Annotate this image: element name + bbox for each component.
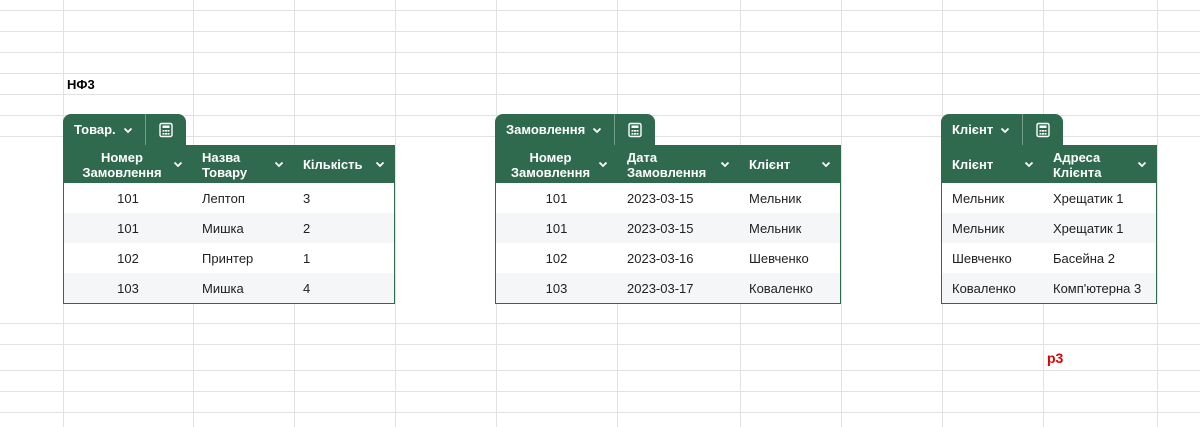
table-tab: Клієнт	[941, 114, 1064, 145]
table-cell[interactable]: Комп'ютерна 3	[1043, 273, 1156, 303]
column-header-label: Клієнт	[952, 157, 994, 172]
table-cell[interactable]: 101	[64, 213, 192, 243]
table-row: Мельник Хрещатик 1	[942, 183, 1156, 213]
table-tab: Товар.	[63, 114, 186, 145]
column-header[interactable]: Адреса Клієнта	[1043, 146, 1156, 183]
table-cell[interactable]: Мельник	[739, 213, 840, 243]
table-cell[interactable]: Басейна 2	[1043, 243, 1156, 273]
header-row: Номер Замовлення Назва Товару Кількість	[64, 146, 394, 183]
table-row: 103 2023-03-17 Коваленко	[496, 273, 840, 303]
column-header[interactable]: Клієнт	[942, 146, 1043, 183]
table-row: 103 Мишка 4	[64, 273, 394, 303]
table-row: 101 2023-03-15 Мельник	[496, 213, 840, 243]
chevron-down-icon[interactable]	[820, 158, 832, 170]
chevron-down-icon[interactable]	[1023, 158, 1035, 170]
column-header-label: Клієнт	[749, 157, 791, 172]
table-cell[interactable]: 103	[496, 273, 617, 303]
table-cell[interactable]: Мельник	[739, 183, 840, 213]
table-row: Шевченко Басейна 2	[942, 243, 1156, 273]
table-cell[interactable]: 102	[496, 243, 617, 273]
table-cell[interactable]: 3	[293, 183, 394, 213]
table-body: Клієнт Адреса Клієнта Мельник Хрещатик 1…	[941, 145, 1157, 304]
table-cell[interactable]: 101	[496, 183, 617, 213]
table-cell[interactable]: Мельник	[942, 183, 1043, 213]
table-cell[interactable]: 4	[293, 273, 394, 303]
table-cell[interactable]: Принтер	[192, 243, 293, 273]
header-row: Номер Замовлення Дата Замовлення Клієнт	[496, 146, 840, 183]
table-stats-button[interactable]	[1023, 114, 1063, 145]
chevron-down-icon[interactable]	[597, 158, 609, 170]
table-cell[interactable]: Хрещатик 1	[1043, 213, 1156, 243]
table-cell[interactable]: Шевченко	[739, 243, 840, 273]
column-header[interactable]: Дата Замовлення	[617, 146, 739, 183]
calculator-icon	[628, 122, 642, 137]
table-tab: Замовлення	[495, 114, 656, 145]
table-stats-button[interactable]	[615, 114, 655, 145]
table-cell[interactable]: 1	[293, 243, 394, 273]
table-body: Номер Замовлення Дата Замовлення Клієнт …	[495, 145, 841, 304]
column-header-label: Номер Замовлення	[82, 149, 162, 180]
column-header-label: Кількість	[303, 157, 363, 172]
table-cell[interactable]: Лептоп	[192, 183, 293, 213]
chevron-down-icon[interactable]	[1136, 158, 1148, 170]
column-header[interactable]: Клієнт	[739, 146, 840, 183]
table-cell[interactable]: 2023-03-16	[617, 243, 739, 273]
table-cell[interactable]: 2	[293, 213, 394, 243]
column-header[interactable]: Кількість	[293, 146, 394, 183]
table-row: 101 Лептоп 3	[64, 183, 394, 213]
chevron-down-icon	[593, 127, 602, 133]
column-header[interactable]: Номер Замовлення	[496, 146, 617, 183]
chevron-down-icon	[123, 127, 132, 133]
table-row: 102 Принтер 1	[64, 243, 394, 273]
table-cell[interactable]: 103	[64, 273, 192, 303]
table-cell[interactable]: Коваленко	[942, 273, 1043, 303]
chevron-down-icon[interactable]	[374, 158, 386, 170]
table-cell[interactable]: 101	[496, 213, 617, 243]
table-cell[interactable]: 2023-03-17	[617, 273, 739, 303]
table-cell[interactable]: Мишка	[192, 273, 293, 303]
table-cell[interactable]: Коваленко	[739, 273, 840, 303]
table-row: 101 Мишка 2	[64, 213, 394, 243]
chevron-down-icon[interactable]	[172, 158, 184, 170]
table-name-dropdown[interactable]: Товар.	[63, 114, 145, 145]
table-cell[interactable]: 2023-03-15	[617, 213, 739, 243]
table-row: 101 2023-03-15 Мельник	[496, 183, 840, 213]
sheet-marker-cell[interactable]: р3	[1047, 350, 1063, 366]
calculator-icon	[158, 122, 173, 137]
chevron-down-icon	[1001, 127, 1010, 133]
table-name: Товар.	[74, 122, 116, 137]
table-cell[interactable]: Мельник	[942, 213, 1043, 243]
table-body: Номер Замовлення Назва Товару Кількість …	[63, 145, 395, 304]
table-row: Коваленко Комп'ютерна 3	[942, 273, 1156, 303]
column-header-label: Номер Замовлення	[510, 149, 591, 180]
chevron-down-icon[interactable]	[719, 158, 731, 170]
table-row: 102 2023-03-16 Шевченко	[496, 243, 840, 273]
table-cell[interactable]: 102	[64, 243, 192, 273]
table-stats-button[interactable]	[146, 114, 186, 145]
column-header[interactable]: Назва Товару	[192, 146, 293, 183]
calculator-icon	[1036, 122, 1050, 137]
table-cell[interactable]: 2023-03-15	[617, 183, 739, 213]
column-header-label: Адреса Клієнта	[1053, 149, 1102, 180]
table-name: Клієнт	[952, 122, 994, 137]
header-row: Клієнт Адреса Клієнта	[942, 146, 1156, 183]
table-row: Мельник Хрещатик 1	[942, 213, 1156, 243]
table-name: Замовлення	[506, 122, 586, 137]
column-header[interactable]: Номер Замовлення	[64, 146, 192, 183]
table-name-dropdown[interactable]: Замовлення	[495, 114, 614, 145]
sheet-title-cell[interactable]: НФ3	[67, 77, 95, 92]
column-header-label: Дата Замовлення	[627, 149, 707, 180]
table-name-dropdown[interactable]: Клієнт	[941, 114, 1022, 145]
chevron-down-icon[interactable]	[273, 158, 285, 170]
table-cell[interactable]: Хрещатик 1	[1043, 183, 1156, 213]
table-cell[interactable]: Шевченко	[942, 243, 1043, 273]
table-cell[interactable]: 101	[64, 183, 192, 213]
table-cell[interactable]: Мишка	[192, 213, 293, 243]
column-header-label: Назва Товару	[202, 149, 248, 180]
